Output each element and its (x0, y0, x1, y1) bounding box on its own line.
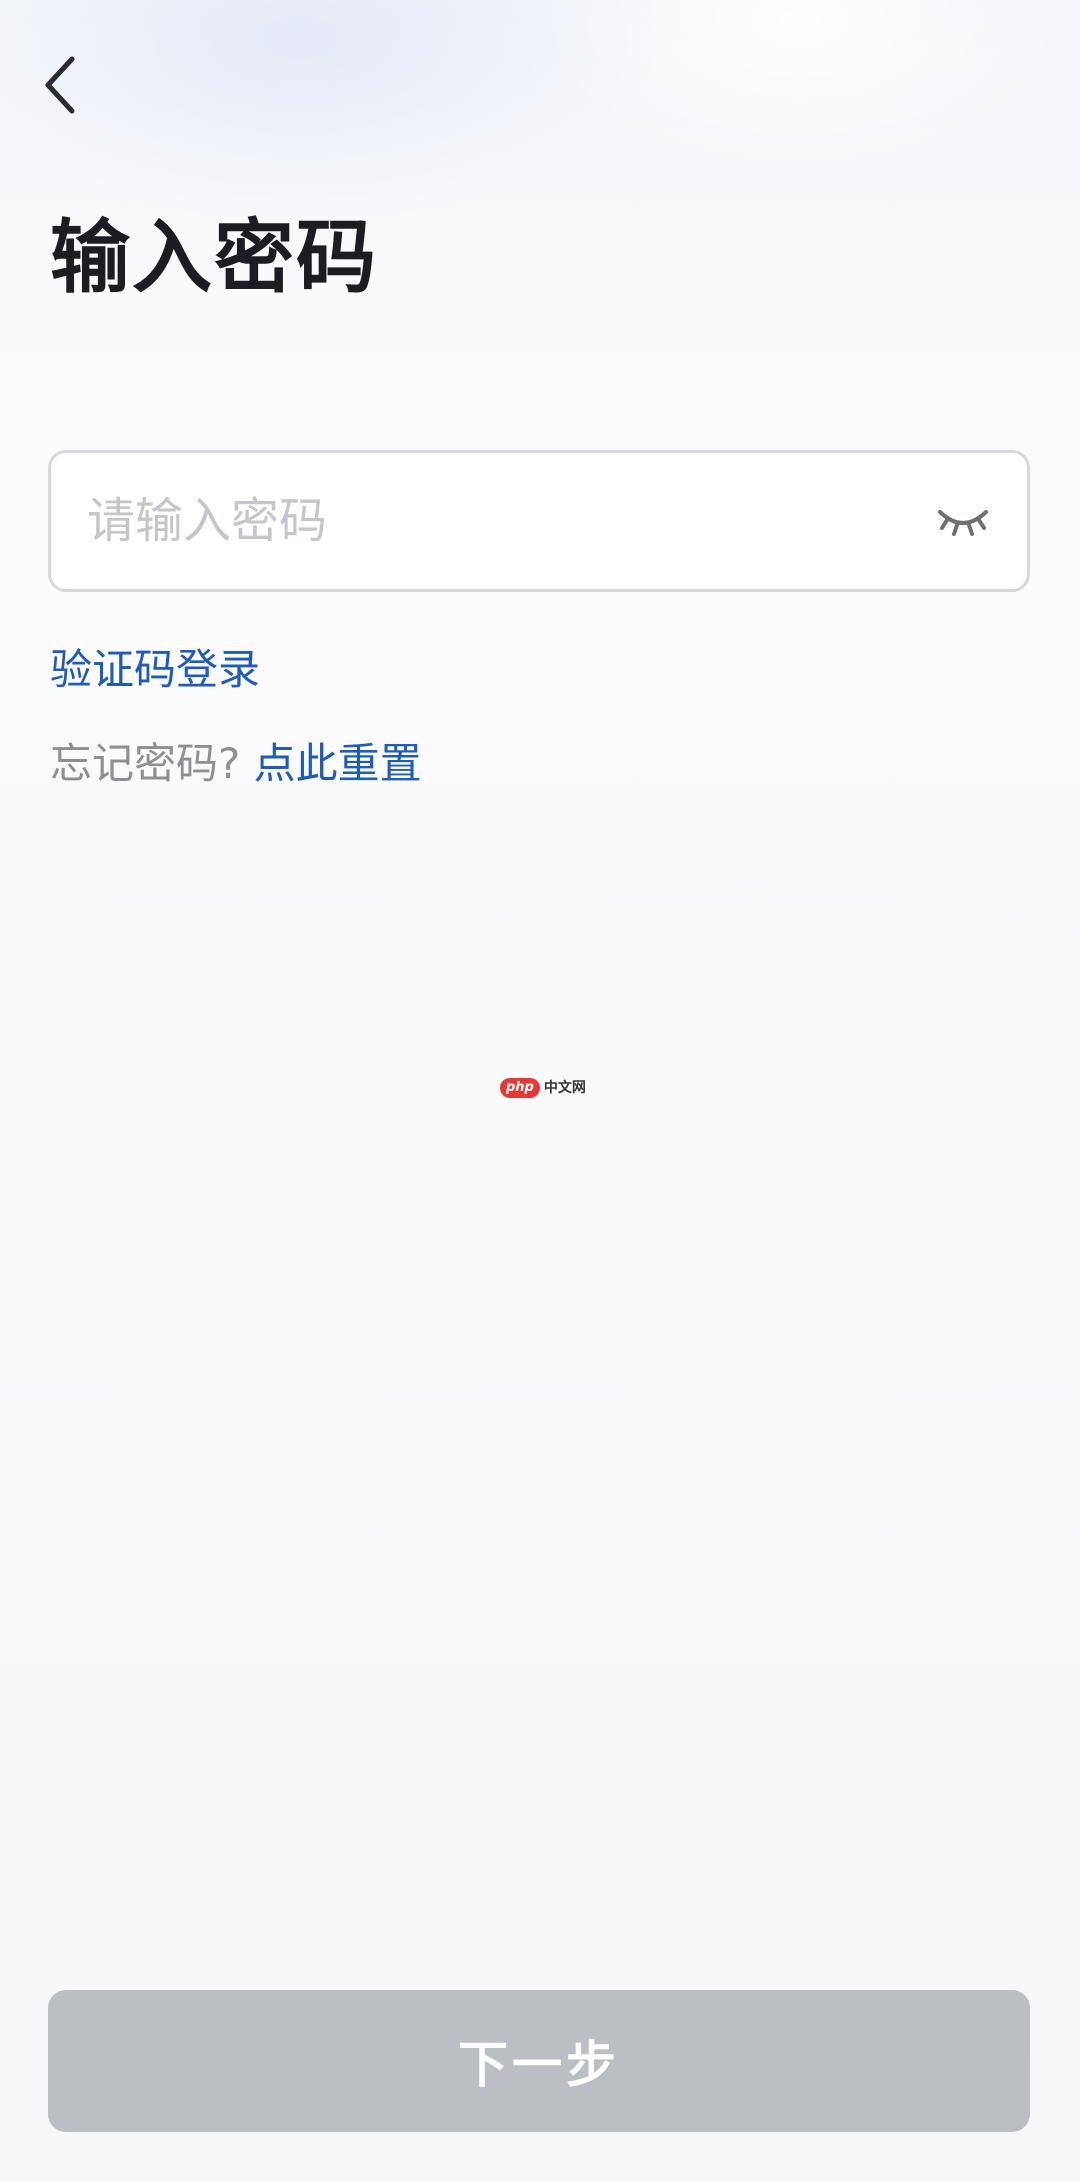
password-input[interactable] (87, 453, 907, 589)
eye-closed-icon (938, 510, 988, 536)
sms-login-link[interactable]: 验证码登录 (50, 640, 260, 700)
forgot-password-text: 忘记密码? (50, 739, 241, 788)
password-visibility-toggle[interactable] (935, 493, 991, 549)
page-title: 输入密码 (50, 211, 378, 304)
watermark-text: 中文网 (543, 1080, 586, 1096)
watermark-badge: php (500, 1078, 540, 1098)
password-field[interactable] (48, 450, 1030, 592)
reset-password-link[interactable]: 点此重置 (254, 739, 422, 788)
chevron-left-icon (45, 56, 75, 114)
next-step-button[interactable]: 下一步 (48, 1990, 1030, 2132)
back-button[interactable] (40, 40, 120, 130)
forgot-password-row: 忘记密码? 点此重置 (50, 734, 422, 794)
watermark: php 中文网 (500, 1078, 586, 1098)
